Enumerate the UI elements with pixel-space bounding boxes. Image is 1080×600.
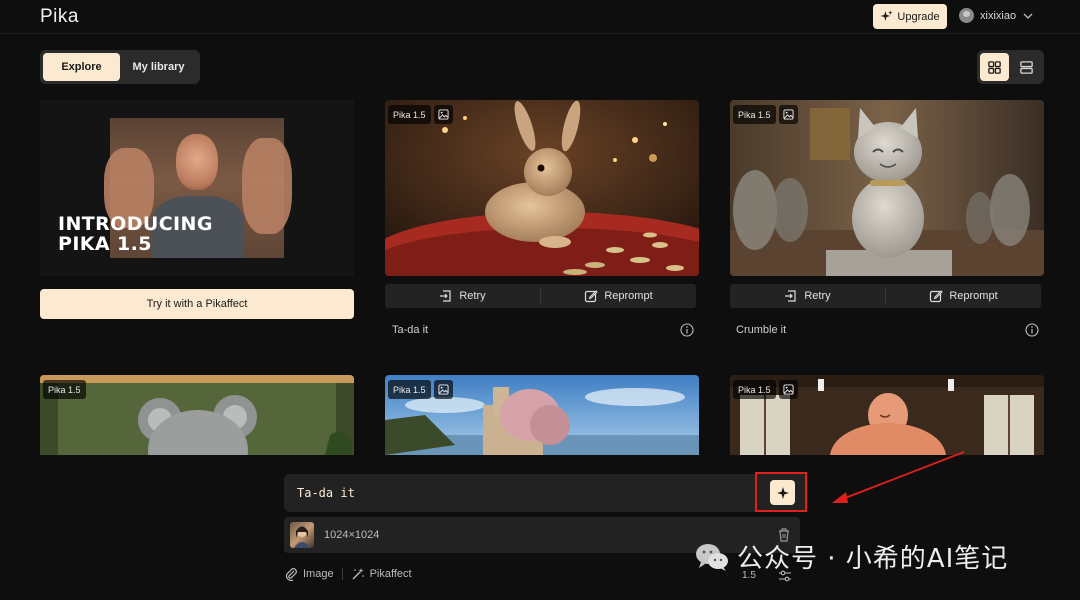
castle-scene <box>385 375 699 455</box>
image-icon <box>779 380 798 399</box>
image-dimensions: 1024×1024 <box>324 529 380 541</box>
retry-button[interactable]: Retry <box>730 284 885 308</box>
upgrade-label: Upgrade <box>897 10 940 23</box>
video-card-sumo[interactable]: Pika 1.5 <box>730 375 1044 455</box>
image-icon <box>779 105 798 124</box>
video-card-rabbit[interactable]: Pika 1.5 <box>385 100 699 276</box>
promo-title-line1: INTRODUCING <box>58 213 213 235</box>
reprompt-button[interactable]: Reprompt <box>886 284 1041 308</box>
promo-face <box>176 134 218 190</box>
image-icon <box>434 105 453 124</box>
retry-button[interactable]: Retry <box>385 284 540 308</box>
stone-cat-scene <box>730 100 1044 276</box>
paperclip-icon <box>285 568 297 581</box>
promo-title: INTRODUCING PIKA 1.5 <box>58 214 213 254</box>
image-tool-button[interactable]: Image <box>284 567 334 581</box>
annotation-arrow <box>832 451 965 503</box>
user-avatar-icon <box>959 8 974 23</box>
username: xixixiao <box>980 9 1017 22</box>
promo-hand-right <box>242 138 292 234</box>
prompt-text: Ta-da it <box>297 486 355 500</box>
list-view-icon <box>1020 60 1033 74</box>
card-actions: Retry Reprompt <box>730 284 1041 308</box>
reprompt-label: Reprompt <box>949 290 998 302</box>
try-pikaffect-button[interactable]: Try it with a Pikaffect <box>40 289 354 319</box>
video-card-castle[interactable]: Pika 1.5 <box>385 375 699 455</box>
layout-toggle <box>977 50 1044 84</box>
tab-my-library[interactable]: My library <box>120 53 197 81</box>
info-icon[interactable] <box>680 323 694 337</box>
wechat-logo-icon <box>696 543 728 571</box>
reprompt-button[interactable]: Reprompt <box>541 284 696 308</box>
retry-label: Retry <box>804 290 831 302</box>
retry-label: Retry <box>459 290 486 302</box>
upgrade-button[interactable]: Upgrade <box>873 4 947 29</box>
image-icon <box>434 380 453 399</box>
retry-icon <box>785 290 796 302</box>
card-caption: Crumble it <box>736 324 787 336</box>
grid-icon <box>988 60 1001 74</box>
prompt-input[interactable]: Ta-da it <box>284 474 808 512</box>
reprompt-label: Reprompt <box>604 290 653 302</box>
pikaffect-tool-label: Pikaffect <box>369 568 412 580</box>
model-badge: Pika 1.5 <box>733 105 776 124</box>
model-badge: Pika 1.5 <box>388 380 431 399</box>
card-caption: Ta-da it <box>392 324 429 336</box>
sumo-scene <box>730 375 1044 455</box>
magic-wand-icon <box>352 568 364 580</box>
model-badge: Pika 1.5 <box>733 380 776 399</box>
promo-banner[interactable]: INTRODUCING PIKA 1.5 <box>40 100 354 276</box>
wechat-watermark: 公众号 · 小希的AI笔记 <box>695 538 1008 575</box>
highlight-box <box>755 472 807 512</box>
user-menu[interactable]: xixixiao <box>959 8 1034 23</box>
pikaffect-tool-button[interactable]: Pikaffect <box>351 567 412 581</box>
video-card-koala[interactable]: Pika 1.5 <box>40 375 354 455</box>
image-tool-label: Image <box>303 568 334 580</box>
view-tabs: Explore My library <box>40 50 200 84</box>
info-icon[interactable] <box>1025 323 1039 337</box>
edit-icon <box>930 290 944 303</box>
video-card-stone-cat[interactable]: Pika 1.5 <box>730 100 1044 276</box>
pika-logo[interactable]: Pika <box>40 6 79 28</box>
tab-explore[interactable]: Explore <box>43 53 120 81</box>
watermark-text: 公众号 · 小希的AI笔记 <box>737 544 1009 574</box>
model-badge: Pika 1.5 <box>43 380 86 399</box>
grid-view-button[interactable] <box>980 53 1009 81</box>
edit-icon <box>585 290 599 303</box>
retry-icon <box>440 290 451 302</box>
model-badge: Pika 1.5 <box>388 105 431 124</box>
koala-scene <box>40 375 354 455</box>
prompt-toolbar: Image Pikaffect <box>284 567 412 581</box>
card-actions: Retry Reprompt <box>385 284 696 308</box>
list-view-button[interactable] <box>1012 53 1041 81</box>
top-bar: Pika Upgrade xixixiao <box>0 0 1080 34</box>
promo-title-line2: PIKA 1.5 <box>58 233 152 255</box>
divider <box>341 568 343 580</box>
sparkle-icon <box>880 10 893 21</box>
attached-image-thumbnail[interactable] <box>290 522 314 548</box>
rabbit-scene <box>385 100 699 276</box>
chevron-down-icon <box>1023 13 1033 19</box>
